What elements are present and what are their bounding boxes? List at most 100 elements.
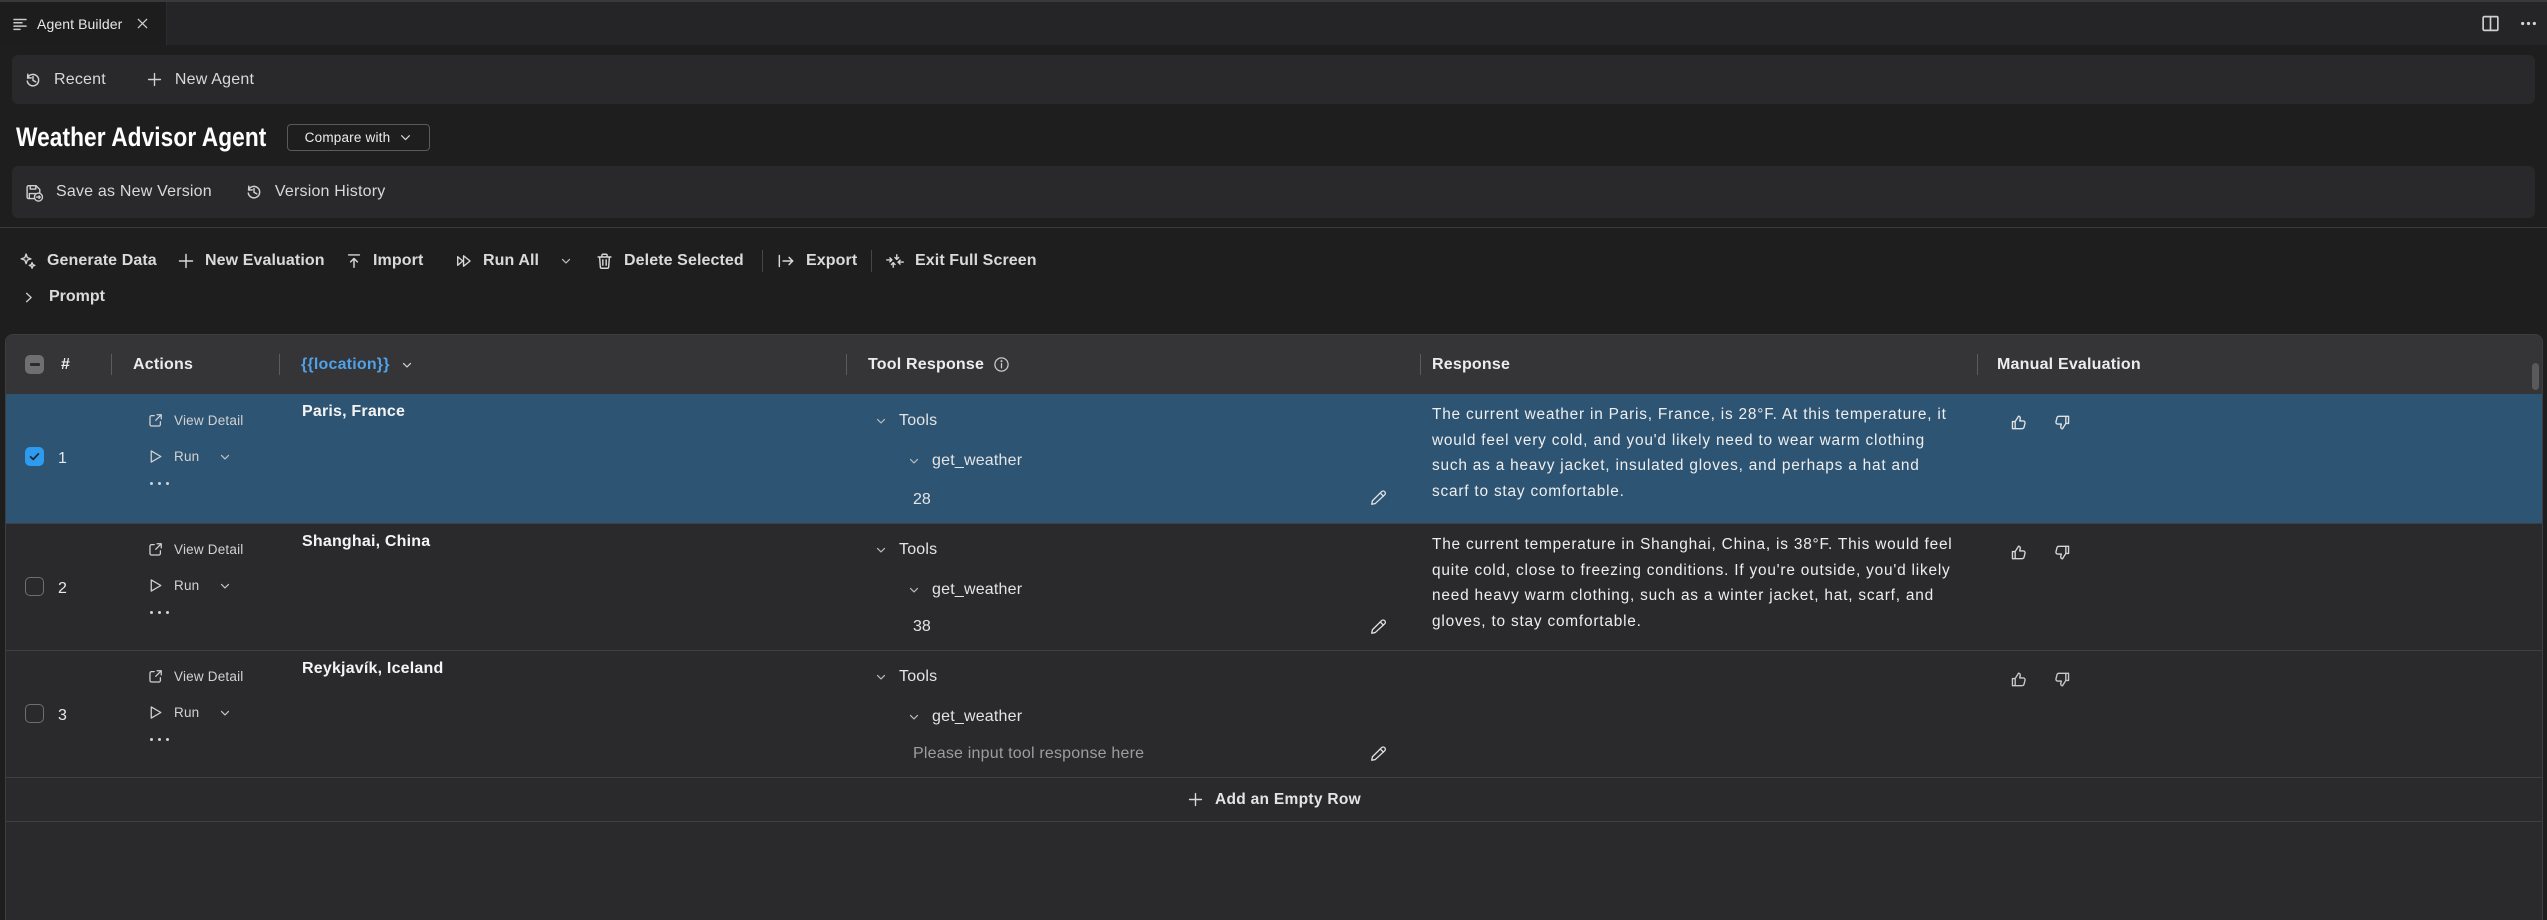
compare-with-label: Compare with bbox=[305, 130, 391, 145]
history-icon bbox=[245, 183, 263, 201]
thumbs-up-icon[interactable] bbox=[2009, 543, 2028, 562]
view-detail-label: View Detail bbox=[174, 542, 243, 557]
plus-icon bbox=[146, 71, 163, 88]
chevron-down-icon bbox=[907, 710, 921, 724]
more-actions-button[interactable] bbox=[150, 611, 169, 614]
play-icon bbox=[147, 448, 164, 465]
tool-tree-node[interactable]: get_weather bbox=[907, 708, 1022, 726]
location-cell: Paris, France bbox=[302, 403, 405, 421]
recent-button[interactable]: Recent bbox=[24, 71, 106, 89]
run-label: Run bbox=[174, 578, 199, 593]
compare-with-button[interactable]: Compare with bbox=[287, 124, 430, 151]
run-all-icon bbox=[455, 252, 473, 270]
play-icon bbox=[147, 704, 164, 721]
run-button[interactable]: Run bbox=[147, 448, 232, 465]
new-agent-button[interactable]: New Agent bbox=[146, 71, 254, 89]
history-icon bbox=[24, 71, 42, 89]
tools-tree-node[interactable]: Tools bbox=[874, 412, 937, 430]
tool-response-placeholder[interactable]: Please input tool response here bbox=[913, 745, 1144, 763]
new-agent-label: New Agent bbox=[175, 71, 254, 89]
manual-evaluation-cell bbox=[2009, 413, 2072, 432]
row-checkbox[interactable] bbox=[25, 704, 44, 723]
close-icon[interactable] bbox=[135, 16, 150, 31]
list-lines-icon bbox=[12, 16, 28, 32]
plus-icon bbox=[177, 252, 195, 270]
new-evaluation-button[interactable]: New Evaluation bbox=[177, 240, 325, 282]
row-number: 3 bbox=[58, 707, 67, 725]
view-detail-button[interactable]: View Detail bbox=[147, 668, 243, 685]
save-as-new-version-button[interactable]: Save as New Version bbox=[24, 182, 212, 202]
column-separator bbox=[279, 354, 280, 375]
thumbs-down-icon[interactable] bbox=[2053, 670, 2072, 689]
chevron-down-icon[interactable] bbox=[218, 579, 232, 593]
editor-tab-bar: Agent Builder bbox=[0, 0, 2547, 45]
agent-nav-strip: Recent New Agent bbox=[12, 55, 2535, 104]
version-strip: Save as New Version Version History bbox=[12, 166, 2535, 218]
row-checkbox[interactable] bbox=[25, 577, 44, 596]
more-actions-button[interactable] bbox=[150, 482, 169, 485]
run-button[interactable]: Run bbox=[147, 577, 232, 594]
version-history-label: Version History bbox=[275, 183, 386, 201]
select-all-checkbox[interactable] bbox=[25, 355, 44, 374]
run-all-label: Run All bbox=[483, 252, 539, 270]
recent-label: Recent bbox=[54, 71, 106, 89]
external-link-icon bbox=[147, 668, 164, 685]
exit-full-screen-button[interactable]: Exit Full Screen bbox=[885, 240, 1037, 282]
thumbs-down-icon[interactable] bbox=[2053, 543, 2072, 562]
column-header-number: # bbox=[61, 335, 70, 394]
tool-tree-node[interactable]: get_weather bbox=[907, 581, 1022, 599]
ellipsis-icon bbox=[150, 482, 169, 485]
tab-agent-builder[interactable]: Agent Builder bbox=[0, 2, 167, 45]
column-header-manual-evaluation: Manual Evaluation bbox=[1997, 335, 2141, 394]
info-icon[interactable] bbox=[993, 356, 1010, 373]
generate-data-button[interactable]: Generate Data bbox=[19, 240, 157, 282]
row-checkbox-checked[interactable] bbox=[25, 447, 44, 466]
chevron-down-icon[interactable] bbox=[218, 706, 232, 720]
manual-evaluation-cell bbox=[2009, 543, 2072, 562]
more-actions-icon[interactable] bbox=[2520, 15, 2537, 32]
chevron-down-icon bbox=[400, 358, 414, 372]
location-cell: Shanghai, China bbox=[302, 533, 430, 551]
version-history-button[interactable]: Version History bbox=[245, 183, 386, 201]
thumbs-up-icon[interactable] bbox=[2009, 670, 2028, 689]
exit-full-screen-label: Exit Full Screen bbox=[915, 252, 1037, 270]
page-title: Weather Advisor Agent bbox=[16, 122, 266, 153]
export-button[interactable]: Export bbox=[776, 240, 857, 282]
column-header-response: Response bbox=[1432, 335, 1510, 394]
tool-name-label: get_weather bbox=[932, 708, 1022, 726]
table-row: 2 View Detail Run Shanghai, China bbox=[6, 523, 2542, 650]
add-empty-row-button[interactable]: Add an Empty Row bbox=[6, 777, 2542, 822]
run-button[interactable]: Run bbox=[147, 704, 232, 721]
run-all-dropdown[interactable] bbox=[559, 240, 573, 282]
play-icon bbox=[147, 577, 164, 594]
chevron-down-icon[interactable] bbox=[218, 450, 232, 464]
exit-full-screen-icon bbox=[885, 251, 905, 271]
tool-tree-node[interactable]: get_weather bbox=[907, 452, 1022, 470]
delete-selected-button[interactable]: Delete Selected bbox=[595, 240, 744, 282]
tools-node-label: Tools bbox=[899, 412, 937, 430]
column-header-tool-response: Tool Response bbox=[868, 335, 1010, 394]
chevron-down-icon bbox=[907, 583, 921, 597]
split-editor-icon[interactable] bbox=[2481, 14, 2500, 33]
scrollbar-thumb[interactable] bbox=[2532, 363, 2539, 390]
edit-pencil-icon[interactable] bbox=[1368, 487, 1389, 508]
table-header: # Actions {{location}} Tool Response Res… bbox=[6, 335, 2542, 394]
more-actions-button[interactable] bbox=[150, 738, 169, 741]
thumbs-up-icon[interactable] bbox=[2009, 413, 2028, 432]
run-all-button[interactable]: Run All bbox=[455, 240, 539, 282]
response-cell: The current temperature in Shanghai, Chi… bbox=[1432, 532, 1956, 634]
view-detail-button[interactable]: View Detail bbox=[147, 541, 243, 558]
import-icon bbox=[345, 252, 363, 270]
import-button[interactable]: Import bbox=[345, 240, 423, 282]
tools-tree-node[interactable]: Tools bbox=[874, 541, 937, 559]
add-empty-row-label: Add an Empty Row bbox=[1215, 791, 1361, 809]
prompt-section-toggle[interactable]: Prompt bbox=[22, 284, 105, 310]
thumbs-down-icon[interactable] bbox=[2053, 413, 2072, 432]
edit-pencil-icon[interactable] bbox=[1368, 616, 1389, 637]
tool-name-label: get_weather bbox=[932, 452, 1022, 470]
edit-pencil-icon[interactable] bbox=[1368, 743, 1389, 764]
tools-tree-node[interactable]: Tools bbox=[874, 668, 937, 686]
column-header-location[interactable]: {{location}} bbox=[301, 335, 414, 394]
export-icon bbox=[776, 251, 796, 271]
view-detail-button[interactable]: View Detail bbox=[147, 412, 243, 429]
